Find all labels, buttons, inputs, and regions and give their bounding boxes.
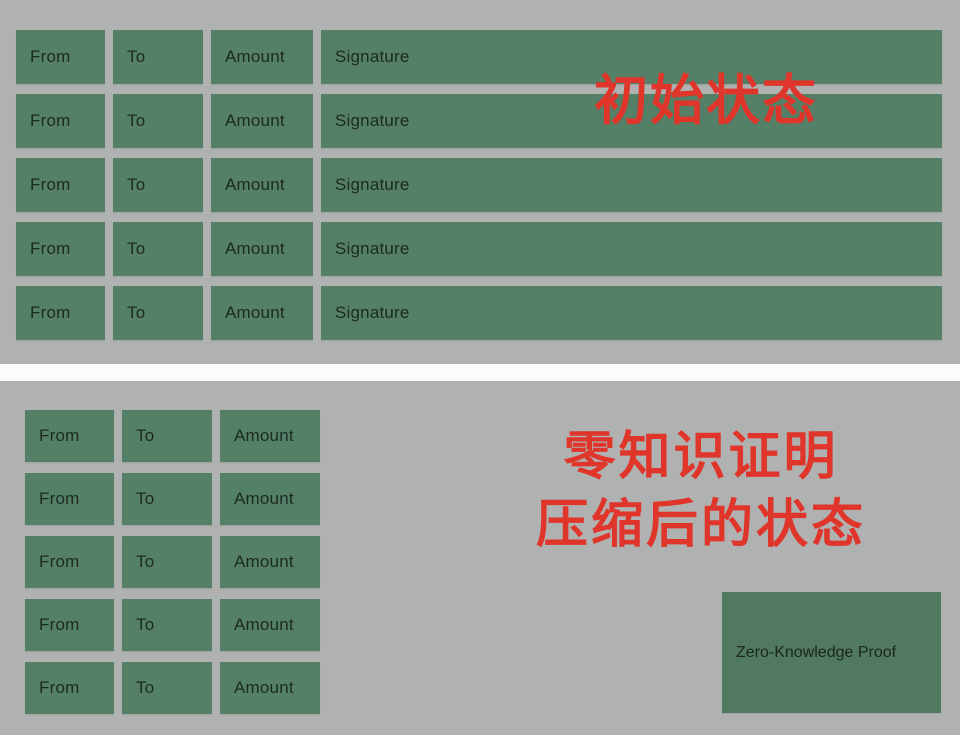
cell-from[interactable]: From [25, 536, 114, 588]
cell-amount[interactable]: Amount [211, 94, 313, 148]
cell-from[interactable]: From [16, 158, 105, 212]
annotation-line-2: 压缩后的状态 [536, 494, 867, 555]
cell-from[interactable]: From [16, 94, 105, 148]
cell-amount[interactable]: Amount [211, 158, 313, 212]
slide-canvas: From To Amount Signature From To Amount … [0, 0, 960, 735]
annotation-initial-state: 初始状态 [594, 69, 818, 132]
cell-amount[interactable]: Amount [220, 599, 320, 651]
cell-to[interactable]: To [113, 94, 203, 148]
cell-to[interactable]: To [113, 222, 203, 276]
cell-amount[interactable]: Amount [211, 286, 313, 340]
cell-from[interactable]: From [25, 410, 114, 462]
annotation-line-1: 零知识证明 [563, 427, 839, 487]
cell-amount[interactable]: Amount [220, 662, 320, 714]
cell-to[interactable]: To [113, 158, 203, 212]
initial-state-panel: From To Amount Signature From To Amount … [0, 0, 960, 364]
cell-to[interactable]: To [122, 599, 212, 651]
cell-to[interactable]: To [122, 473, 212, 525]
cell-to[interactable]: To [122, 536, 212, 588]
annotation-compressed-state: 零知识证明 压缩后的状态 [536, 424, 866, 559]
cell-from[interactable]: From [16, 30, 105, 84]
cell-to[interactable]: To [122, 410, 212, 462]
table-row: From To Amount Signature [0, 286, 960, 340]
table-row: From To Amount Signature [0, 158, 960, 212]
cell-amount[interactable]: Amount [211, 222, 313, 276]
cell-amount[interactable]: Amount [211, 30, 313, 84]
cell-from[interactable]: From [25, 662, 114, 714]
cell-to[interactable]: To [122, 662, 212, 714]
panel-divider [0, 364, 960, 381]
cell-signature[interactable]: Signature [321, 286, 942, 340]
cell-from[interactable]: From [25, 599, 114, 651]
cell-from[interactable]: From [16, 286, 105, 340]
cell-signature[interactable]: Signature [321, 158, 942, 212]
cell-from[interactable]: From [16, 222, 105, 276]
table-row: From To Amount Signature [0, 222, 960, 276]
cell-amount[interactable]: Amount [220, 473, 320, 525]
cell-to[interactable]: To [113, 30, 203, 84]
cell-signature[interactable]: Signature [321, 222, 942, 276]
cell-amount[interactable]: Amount [220, 536, 320, 588]
cell-from[interactable]: From [25, 473, 114, 525]
cell-amount[interactable]: Amount [220, 410, 320, 462]
cell-to[interactable]: To [113, 286, 203, 340]
zero-knowledge-proof-box[interactable]: Zero-Knowledge Proof [722, 592, 941, 713]
zero-knowledge-proof-label: Zero-Knowledge Proof [736, 643, 897, 661]
